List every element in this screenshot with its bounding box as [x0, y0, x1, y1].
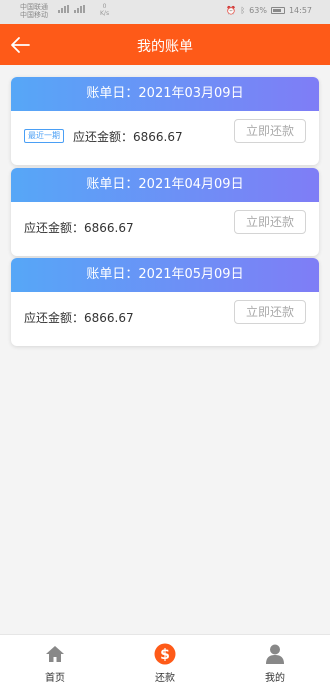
alarm-icon: ⏰: [226, 6, 237, 15]
bill-card: 账单日：2021年05月09日 应还金额：6866.67 立即还款: [11, 258, 319, 346]
bill-body: 最近一期 应还金额：6866.67 立即还款: [11, 111, 319, 165]
net-speed: 0 K/s: [100, 3, 110, 17]
dollar-icon: $: [154, 643, 176, 665]
bluetooth-icon: ᛒ: [240, 6, 246, 15]
user-icon: [266, 644, 284, 664]
tab-mine-label: 我的: [265, 673, 285, 684]
carrier-1: 中国联通: [20, 3, 48, 11]
signal-icon: [58, 5, 69, 13]
bill-card: 账单日：2021年03月09日 最近一期 应还金额：6866.67 立即还款: [11, 77, 319, 165]
header: 我的账单: [0, 24, 330, 65]
tab-home[interactable]: 首页: [0, 635, 110, 685]
tab-bar: 首页 $ 还款 我的: [0, 634, 330, 685]
bill-date: 账单日：2021年05月09日: [11, 258, 319, 292]
tab-repay[interactable]: $ 还款: [110, 635, 220, 685]
repay-now-button[interactable]: 立即还款: [234, 210, 306, 234]
tab-repay-label: 还款: [155, 673, 175, 684]
bill-amount: 应还金额：6866.67: [24, 311, 134, 325]
status-right: ⏰ ᛒ 63% 14:57: [226, 6, 312, 15]
tab-mine[interactable]: 我的: [220, 635, 330, 685]
svg-text:$: $: [160, 647, 170, 663]
bill-date: 账单日：2021年04月09日: [11, 168, 319, 202]
clock: 14:57: [288, 6, 312, 15]
bill-amount: 应还金额：6866.67: [24, 221, 134, 235]
carrier-info: 中国联通 中国移动: [20, 3, 48, 19]
signal-icons: [58, 5, 85, 13]
home-icon: [46, 646, 64, 662]
tab-home-label: 首页: [45, 673, 65, 684]
status-bar: 中国联通 中国移动 0 K/s ⏰ ᛒ 63% 14:57: [0, 0, 330, 24]
bill-amount: 应还金额：6866.67: [73, 130, 183, 144]
bill-card: 账单日：2021年04月09日 应还金额：6866.67 立即还款: [11, 168, 319, 256]
page-title: 我的账单: [137, 39, 193, 55]
bill-date: 账单日：2021年03月09日: [11, 77, 319, 111]
bill-body: 应还金额：6866.67 立即还款: [11, 292, 319, 346]
signal-icon: [74, 5, 85, 13]
battery-icon: [270, 7, 285, 14]
latest-tag: 最近一期: [24, 129, 64, 143]
carrier-2: 中国移动: [20, 11, 48, 19]
bill-body: 应还金额：6866.67 立即还款: [11, 202, 319, 256]
battery-percent: 63%: [249, 6, 267, 15]
repay-now-button[interactable]: 立即还款: [234, 119, 306, 143]
repay-now-button[interactable]: 立即还款: [234, 300, 306, 324]
